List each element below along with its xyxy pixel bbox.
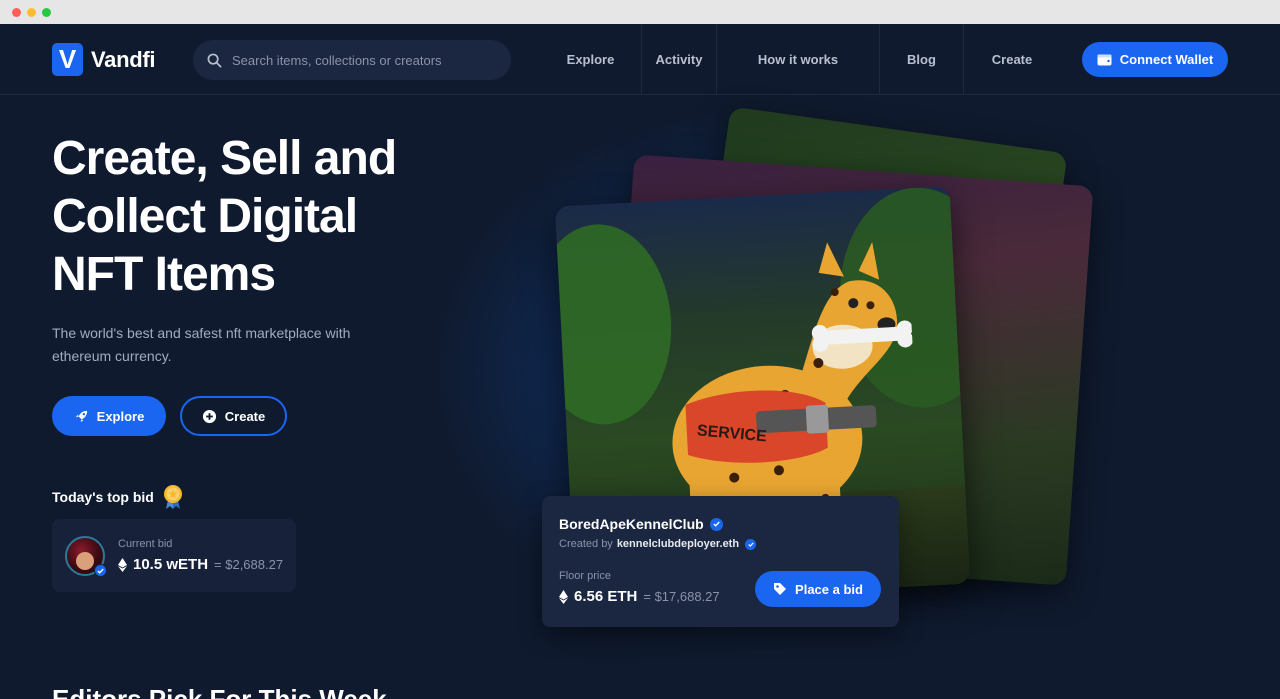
- nav-how-it-works[interactable]: How it works: [717, 24, 880, 95]
- rocket-icon: [75, 410, 87, 422]
- bidder-avatar-face: [76, 552, 94, 570]
- tag-icon: [774, 583, 787, 595]
- hero-title-line-1: Create, Sell and: [52, 132, 397, 185]
- verified-icon: [709, 517, 723, 531]
- top-bid-label: Today's top bid: [52, 489, 154, 505]
- plus-circle-icon: [202, 409, 216, 423]
- verified-icon: [94, 564, 107, 577]
- current-bid-usd: = $2,688.27: [214, 557, 284, 572]
- medal-icon: [163, 485, 182, 509]
- creator-name[interactable]: kennelclubdeployer.eth: [617, 538, 739, 550]
- maximize-window-button[interactable]: [42, 8, 51, 17]
- create-button-label: Create: [224, 408, 266, 424]
- collection-name[interactable]: BoredApeKennelClub: [559, 516, 704, 532]
- close-window-button[interactable]: [12, 8, 21, 17]
- nav-blog[interactable]: Blog: [880, 24, 964, 95]
- hero-title-line-2: Collect Digital: [52, 190, 358, 243]
- current-bid-value: 10.5 wETH = $2,688.27: [118, 556, 283, 573]
- minimize-window-button[interactable]: [27, 8, 36, 17]
- search-bar[interactable]: [193, 40, 511, 80]
- bidder-avatar: [65, 536, 107, 577]
- dog-illustration: SERVICE: [672, 242, 914, 542]
- floor-price-value: 6.56 ETH = $17,688.27: [559, 588, 720, 605]
- window-titlebar: [0, 0, 1280, 24]
- current-bid-label: Current bid: [118, 538, 173, 550]
- wallet-icon: [1097, 54, 1112, 66]
- brand-name: Vandfi: [91, 46, 156, 72]
- featured-nft-info-card: BoredApeKennelClub Created by kennelclub…: [542, 496, 899, 627]
- hero-subtitle: The world's best and safest nft marketpl…: [52, 325, 351, 364]
- nav-create[interactable]: Create: [964, 24, 1060, 95]
- editors-pick-title: Editors Pick For This Week: [52, 684, 387, 699]
- floor-price-label: Floor price: [559, 570, 611, 582]
- nav-activity[interactable]: Activity: [642, 24, 717, 95]
- top-bid-heading: Today's top bid: [52, 484, 184, 510]
- current-bid-amount: 10.5 wETH: [133, 556, 209, 573]
- nav-links: Explore Activity How it works Blog Creat…: [540, 24, 1060, 95]
- hero-title-line-3: NFT Items: [52, 248, 276, 301]
- floor-price-amount: 6.56 ETH: [574, 588, 638, 605]
- hero-title: Create, Sell and Collect Digital NFT Ite…: [52, 130, 452, 304]
- logo-mark-icon: V: [52, 43, 83, 76]
- created-by-label: Created by: [559, 538, 613, 550]
- connect-wallet-button[interactable]: Connect Wallet: [1082, 42, 1228, 77]
- collection-title: BoredApeKennelClub: [559, 516, 723, 532]
- search-input[interactable]: [232, 52, 492, 68]
- place-bid-button[interactable]: Place a bid: [755, 571, 881, 607]
- floor-price-usd: = $17,688.27: [643, 589, 720, 604]
- create-button[interactable]: Create: [180, 396, 287, 436]
- place-bid-label: Place a bid: [795, 581, 863, 597]
- explore-button-label: Explore: [96, 408, 145, 424]
- explore-button[interactable]: Explore: [52, 396, 166, 436]
- ethereum-icon: [118, 557, 127, 572]
- top-bid-card[interactable]: Current bid 10.5 wETH = $2,688.27: [52, 519, 296, 592]
- ethereum-icon: [559, 589, 568, 604]
- created-by-row: Created by kennelclubdeployer.eth: [559, 538, 757, 550]
- top-navbar: V Vandfi Explore Activity How it works B…: [0, 24, 1280, 95]
- verified-icon: [745, 538, 757, 550]
- brand-logo[interactable]: V Vandfi: [52, 43, 156, 76]
- nav-explore[interactable]: Explore: [540, 24, 642, 95]
- connect-wallet-label: Connect Wallet: [1119, 52, 1214, 67]
- search-icon: [207, 53, 222, 67]
